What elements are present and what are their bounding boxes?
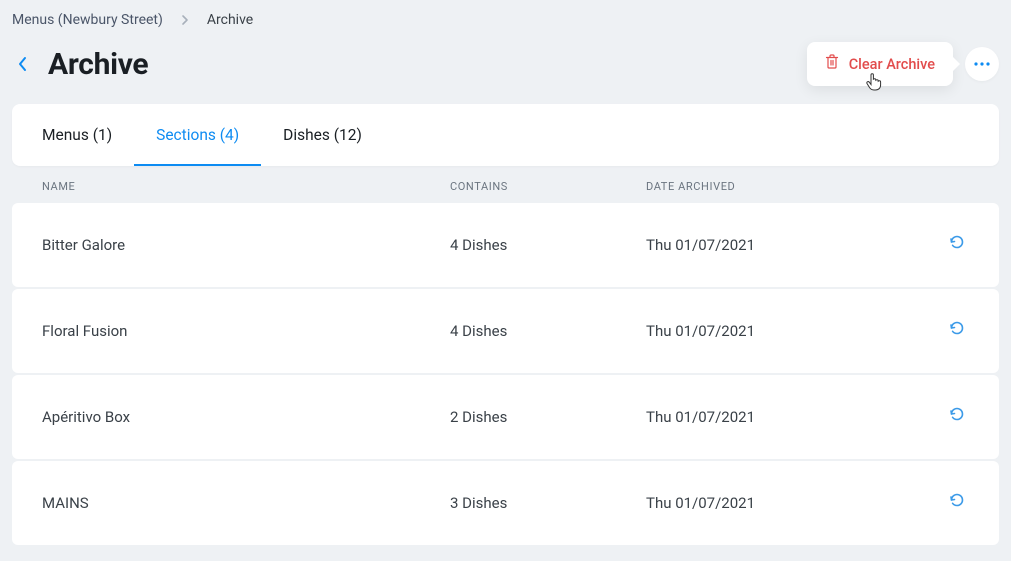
restore-icon — [948, 320, 966, 342]
row-date: Thu 01/07/2021 — [646, 322, 889, 340]
tab-menus[interactable]: Menus (1) — [12, 104, 134, 166]
row-name: MAINS — [42, 494, 450, 512]
row-date: Thu 01/07/2021 — [646, 494, 889, 512]
restore-button[interactable] — [945, 233, 969, 257]
row-date: Thu 01/07/2021 — [646, 236, 889, 254]
table-row[interactable]: Floral Fusion 4 Dishes Thu 01/07/2021 — [12, 289, 999, 373]
restore-button[interactable] — [945, 405, 969, 429]
table-row[interactable]: Apéritivo Box 2 Dishes Thu 01/07/2021 — [12, 375, 999, 459]
table-row[interactable]: MAINS 3 Dishes Thu 01/07/2021 — [12, 461, 999, 545]
breadcrumb: Menus (Newbury Street) Archive — [0, 0, 1011, 36]
row-name: Floral Fusion — [42, 322, 450, 340]
table-body: Bitter Galore 4 Dishes Thu 01/07/2021 Fl… — [12, 203, 999, 545]
page-title: Archive — [48, 47, 148, 82]
clear-archive-label: Clear Archive — [849, 56, 935, 73]
table-header: NAME CONTAINS DATE ARCHIVED — [12, 166, 999, 203]
restore-icon — [948, 492, 966, 514]
back-button[interactable] — [12, 53, 34, 75]
tab-dishes[interactable]: Dishes (12) — [261, 104, 384, 166]
restore-icon — [948, 234, 966, 256]
column-header-contains: CONTAINS — [450, 180, 646, 193]
row-contains: 2 Dishes — [450, 408, 646, 426]
row-name: Apéritivo Box — [42, 408, 450, 426]
restore-icon — [948, 406, 966, 428]
row-date: Thu 01/07/2021 — [646, 408, 889, 426]
breadcrumb-parent[interactable]: Menus (Newbury Street) — [12, 12, 163, 28]
row-contains: 4 Dishes — [450, 236, 646, 254]
trash-icon — [825, 54, 839, 74]
page-header: Archive Clear Archive — [0, 36, 1011, 104]
column-header-date: DATE ARCHIVED — [646, 180, 889, 193]
chevron-right-icon — [181, 14, 189, 26]
table-row[interactable]: Bitter Galore 4 Dishes Thu 01/07/2021 — [12, 203, 999, 287]
row-contains: 4 Dishes — [450, 322, 646, 340]
breadcrumb-current: Archive — [207, 12, 253, 28]
column-header-name: NAME — [42, 180, 450, 193]
cursor-hand-icon — [865, 72, 883, 96]
row-name: Bitter Galore — [42, 236, 450, 254]
clear-archive-button[interactable]: Clear Archive — [807, 42, 953, 86]
restore-button[interactable] — [945, 491, 969, 515]
tab-sections[interactable]: Sections (4) — [134, 104, 261, 166]
tabs: Menus (1) Sections (4) Dishes (12) — [12, 104, 999, 166]
row-contains: 3 Dishes — [450, 494, 646, 512]
restore-button[interactable] — [945, 319, 969, 343]
more-options-button[interactable] — [965, 47, 999, 81]
